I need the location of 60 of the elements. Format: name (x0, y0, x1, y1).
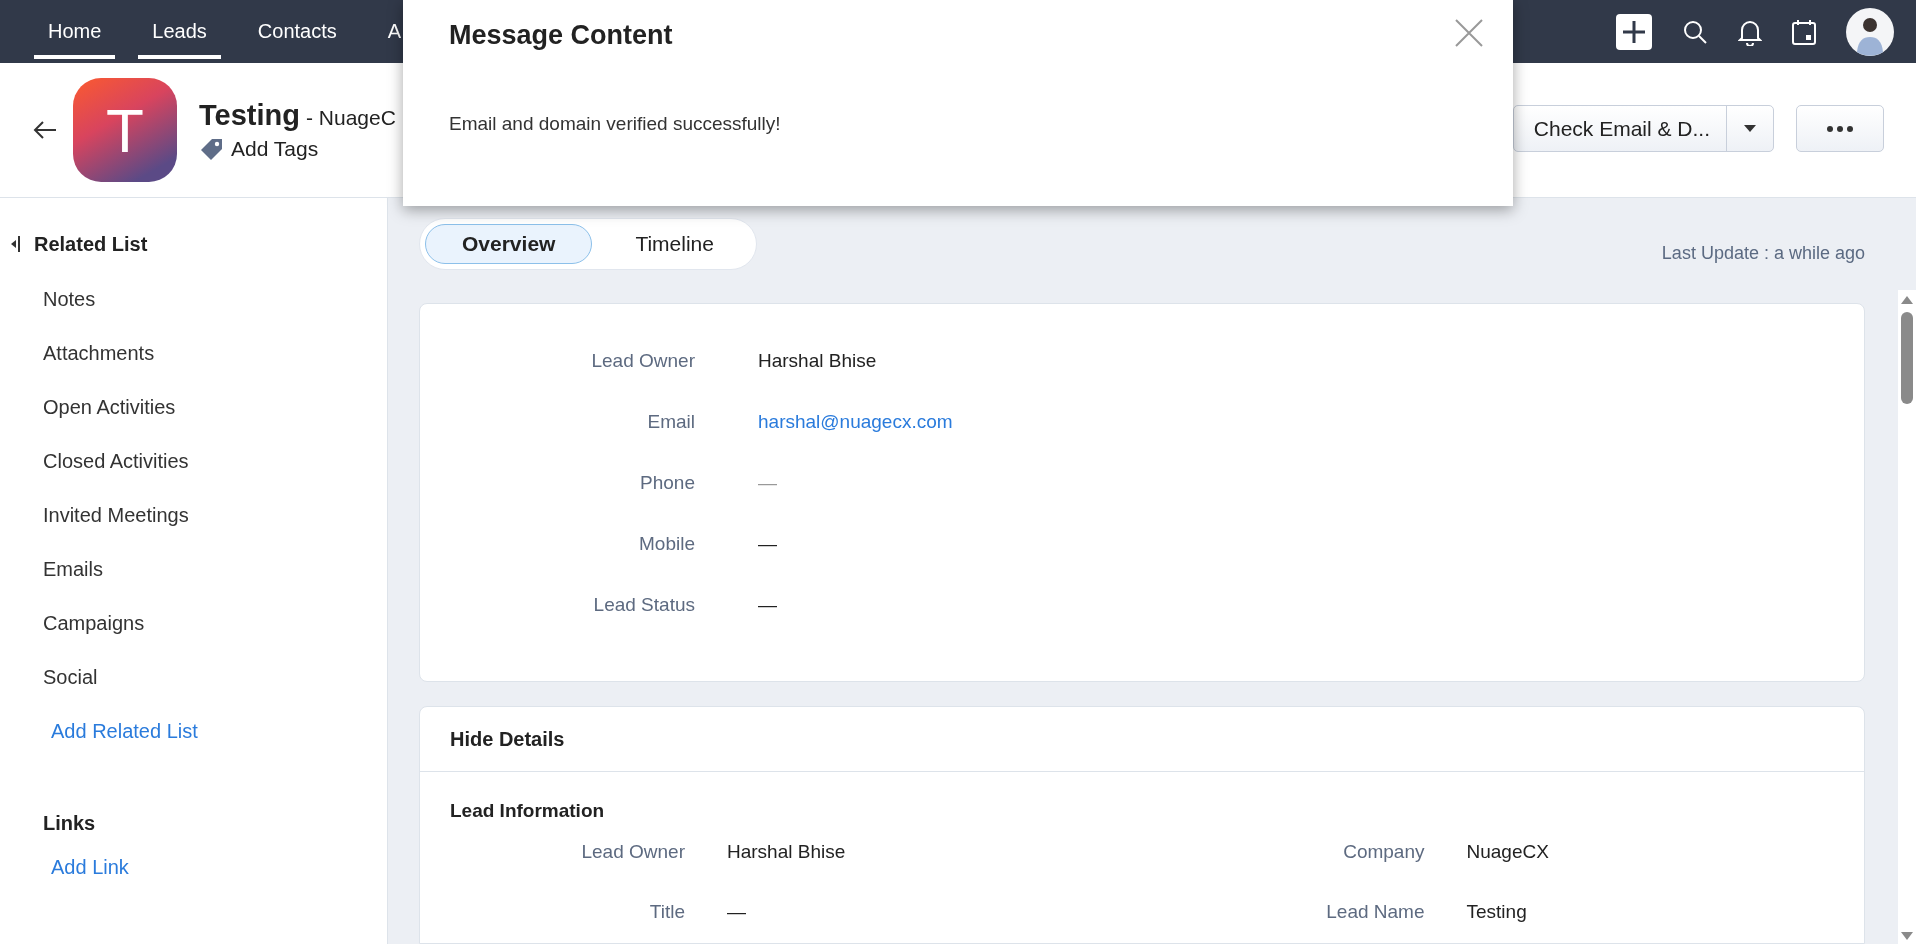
field-label: Company (1342, 841, 1425, 863)
record-subtitle: - NuageC (305, 105, 396, 130)
section-heading: Lead Information (450, 800, 605, 821)
scroll-thumb[interactable] (1901, 312, 1913, 404)
user-avatar[interactable] (1846, 7, 1894, 56)
related-list-item[interactable]: Notes (43, 287, 96, 311)
more-icon (1827, 125, 1853, 132)
field-value: Testing (1466, 901, 1527, 922)
field-value: — (758, 532, 777, 554)
add-tags-link[interactable]: Add Tags (231, 136, 319, 161)
calendar-icon[interactable] (1792, 18, 1816, 45)
scrollbar[interactable] (1898, 290, 1916, 944)
record-avatar: T (73, 78, 177, 182)
modal-message: Email and domain verified successfully! (449, 113, 781, 135)
scroll-up-icon[interactable] (1901, 296, 1913, 304)
related-list-item[interactable]: Social (43, 665, 98, 689)
field-label: Lead Name (1325, 901, 1425, 923)
modal-title: Message Content (449, 20, 673, 51)
scroll-down-icon[interactable] (1901, 932, 1913, 940)
search-icon[interactable] (1682, 18, 1708, 45)
field-label: Mobile (638, 532, 695, 555)
field-label: Email (646, 410, 695, 433)
view-tab[interactable]: Timeline (598, 224, 751, 264)
more-button[interactable] (1796, 105, 1884, 152)
collapse-icon[interactable] (11, 236, 20, 252)
back-arrow-icon[interactable] (33, 120, 57, 140)
field-value: — (758, 593, 777, 615)
field-label: Lead Owner (580, 841, 685, 863)
nav-tab[interactable]: Home (34, 3, 116, 59)
field-value: — (727, 901, 746, 922)
related-list-item[interactable]: Invited Meetings (43, 503, 189, 527)
add-icon[interactable] (1616, 13, 1652, 50)
add-related-list-link[interactable]: Add Related List (51, 719, 198, 743)
nav-tab[interactable]: Leads (138, 3, 221, 59)
field-value: — (758, 471, 777, 493)
check-email-button[interactable]: Check Email & D... (1513, 106, 1726, 151)
email-link[interactable]: harshal@nuagecx.com (758, 410, 953, 432)
related-list-item[interactable]: Emails (43, 557, 103, 581)
field-value: Harshal Bhise (758, 349, 877, 371)
related-list-item[interactable]: Attachments (43, 341, 155, 365)
section-heading: Links (43, 811, 96, 835)
caret-icon[interactable] (1744, 125, 1756, 132)
section-heading: Related List (34, 232, 148, 256)
close-icon[interactable] (1455, 19, 1483, 47)
field-label: Title (648, 901, 685, 923)
field-label: Lead Owner (590, 349, 695, 372)
related-list-item[interactable]: Closed Activities (43, 449, 189, 473)
field-value: NuageCX (1466, 841, 1549, 862)
field-label: Lead Status (592, 593, 695, 616)
last-update-text: Last Update : a while ago (1661, 242, 1865, 264)
nav-tab[interactable]: Contacts (243, 3, 351, 59)
field-value: Harshal Bhise (727, 841, 846, 862)
view-tab[interactable]: Overview (425, 224, 593, 264)
add-link[interactable]: Add Link (51, 855, 129, 879)
field-label: Phone (639, 471, 695, 494)
record-title: Testing (199, 98, 300, 132)
related-list-item[interactable]: Open Activities (43, 395, 176, 419)
related-list-item[interactable]: Campaigns (43, 611, 145, 635)
nav-tab[interactable]: A (373, 3, 402, 59)
hide-details-toggle[interactable]: Hide Details (450, 727, 565, 751)
